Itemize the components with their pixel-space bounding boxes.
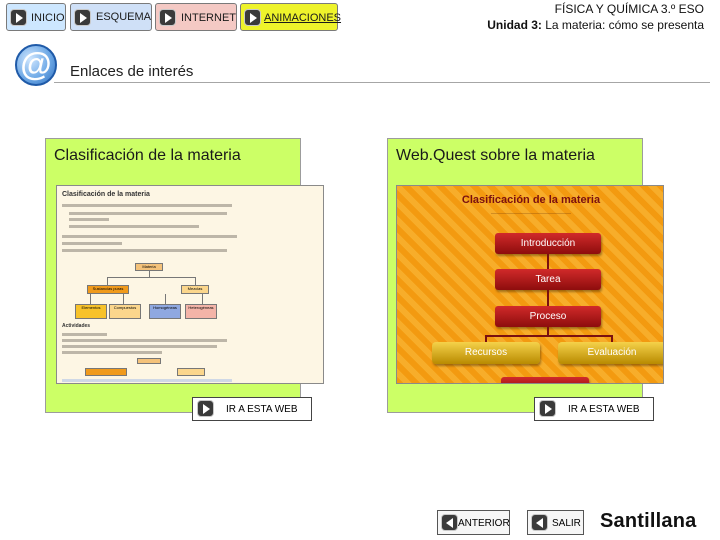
node-compuestos: Compuestos <box>109 304 141 319</box>
go-to-web-button[interactable]: IR A ESTA WEB <box>192 397 312 421</box>
play-icon <box>197 400 214 417</box>
website-preview[interactable]: Clasificación de la materia ————————————… <box>396 185 664 384</box>
tab-inicio-label: INICIO <box>31 12 65 24</box>
text-line <box>62 235 237 238</box>
node-homogeneas: Homogéneas <box>149 304 181 319</box>
section-divider <box>54 82 710 83</box>
tab-animaciones[interactable]: ANIMACIONES <box>240 3 342 31</box>
go-to-web-button[interactable]: IR A ESTA WEB <box>534 397 654 421</box>
connector <box>485 335 613 337</box>
play-icon <box>10 9 27 26</box>
go-to-web-label: IR A ESTA WEB <box>568 404 640 415</box>
tab-inicio[interactable]: INICIO <box>6 3 66 31</box>
go-to-web-label: IR A ESTA WEB <box>226 404 298 415</box>
connector <box>485 335 487 342</box>
play-icon <box>74 9 91 26</box>
text-line <box>62 379 232 382</box>
text-line <box>69 218 109 221</box>
preview-webquest: Clasificación de la materia ————————————… <box>397 186 663 383</box>
menu-introduccion: Introducción <box>495 233 601 254</box>
connector <box>107 277 108 285</box>
text-line <box>62 339 227 342</box>
link-card-classification: Clasificación de la materia Clasificació… <box>45 138 324 413</box>
course-title: FÍSICA Y QUÍMICA 3.º ESO <box>554 2 704 16</box>
at-sign-icon: @ <box>15 44 57 86</box>
tab-esquema-label: ESQUEMA <box>96 11 152 23</box>
back-arrow-icon <box>531 514 548 531</box>
tab-esquema[interactable]: ESQUEMA <box>70 3 152 31</box>
text-line <box>62 345 217 348</box>
back-arrow-icon <box>441 514 458 531</box>
unit-name: La materia: cómo se presenta <box>545 18 704 32</box>
brand-logo: Santillana <box>600 510 697 532</box>
node-label: Elementos <box>81 305 101 310</box>
section-title: Enlaces de interés <box>70 63 194 80</box>
node-label: Sustancias puras <box>92 286 124 291</box>
text-line <box>69 212 227 215</box>
node-heterogeneas: Heterogéneas <box>185 304 217 319</box>
play-icon <box>244 9 261 26</box>
tab-internet-label: INTERNET <box>181 12 236 24</box>
menu-tarea: Tarea <box>495 269 601 290</box>
menu-proceso: Proceso <box>495 306 601 327</box>
menu-evaluacion: Evaluación <box>558 342 663 364</box>
text-line <box>62 204 232 207</box>
node-label: Compuestos <box>113 305 137 310</box>
text-line <box>62 242 122 245</box>
node-label: Materia <box>142 264 156 269</box>
connector <box>547 327 549 335</box>
connector <box>547 290 549 306</box>
unit-prefix: Unidad 3: <box>487 18 542 32</box>
card-title: Web.Quest sobre la materia <box>396 147 595 164</box>
card-title: Clasificación de la materia <box>54 147 241 164</box>
preview-document: Clasificación de la materia Materia Sust… <box>57 186 323 383</box>
tab-internet[interactable]: INTERNET <box>155 3 237 31</box>
connector <box>202 294 203 304</box>
node-label: Mezclas <box>187 286 203 291</box>
connector <box>123 294 124 304</box>
node-label: Homogéneas <box>153 305 177 310</box>
play-icon <box>539 400 556 417</box>
exit-button[interactable]: SALIR <box>527 510 584 535</box>
previous-label: ANTERIOR <box>458 518 510 529</box>
connector <box>165 294 166 304</box>
preview-subtitle: ———————————————————— <box>491 210 571 215</box>
link-card-webquest: Web.Quest sobre la materia Clasificación… <box>387 138 664 413</box>
text-line <box>62 351 162 354</box>
text-line <box>62 333 107 336</box>
tab-animaciones-label: ANIMACIONES <box>264 12 342 24</box>
website-preview[interactable]: Clasificación de la materia Materia Sust… <box>56 185 324 384</box>
activities-label: Actividades <box>62 323 91 329</box>
node-sustancias-puras: Sustancias puras <box>87 285 129 294</box>
node-elementos: Elementos <box>75 304 107 319</box>
previous-button[interactable]: ANTERIOR <box>437 510 510 535</box>
menu-recursos: Recursos <box>432 342 540 364</box>
connector <box>611 335 613 342</box>
connector <box>195 277 196 285</box>
bottom-node <box>85 368 127 376</box>
unit-title: Unidad 3: La materia: cómo se presenta <box>487 18 704 32</box>
connector <box>90 294 91 304</box>
text-line <box>69 225 199 228</box>
node-materia: Materia <box>135 263 163 271</box>
node-materia-small <box>137 358 161 364</box>
exit-label: SALIR <box>552 518 581 529</box>
node-label: Heterogéneas <box>188 305 214 310</box>
node-mezclas: Mezclas <box>181 285 209 294</box>
preview-heading: Clasificación de la materia <box>62 191 150 198</box>
connector <box>107 277 195 278</box>
preview-heading: Clasificación de la materia <box>461 194 601 206</box>
text-line <box>62 249 227 252</box>
menu-cut-off <box>501 377 589 383</box>
bottom-node <box>177 368 205 376</box>
connector <box>547 254 549 269</box>
play-icon <box>159 9 176 26</box>
